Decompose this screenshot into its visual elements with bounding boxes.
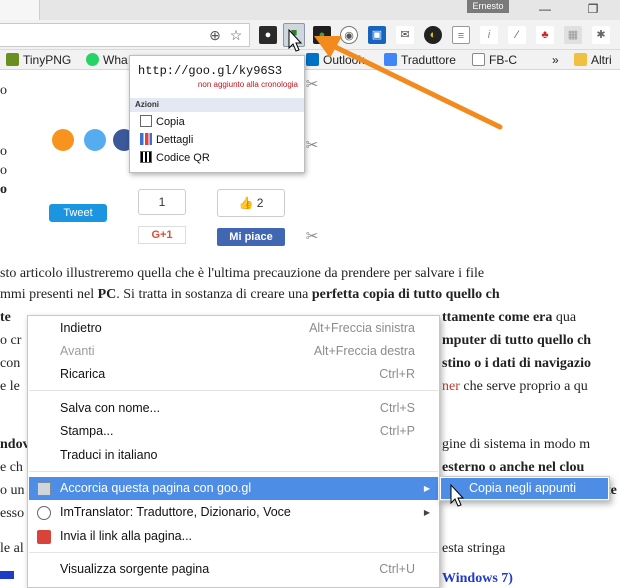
mouse-cursor-icon <box>450 483 465 507</box>
annotation-arrow <box>324 40 503 130</box>
mouse-cursor-icon <box>288 28 303 52</box>
annotation-overlay <box>288 28 503 507</box>
